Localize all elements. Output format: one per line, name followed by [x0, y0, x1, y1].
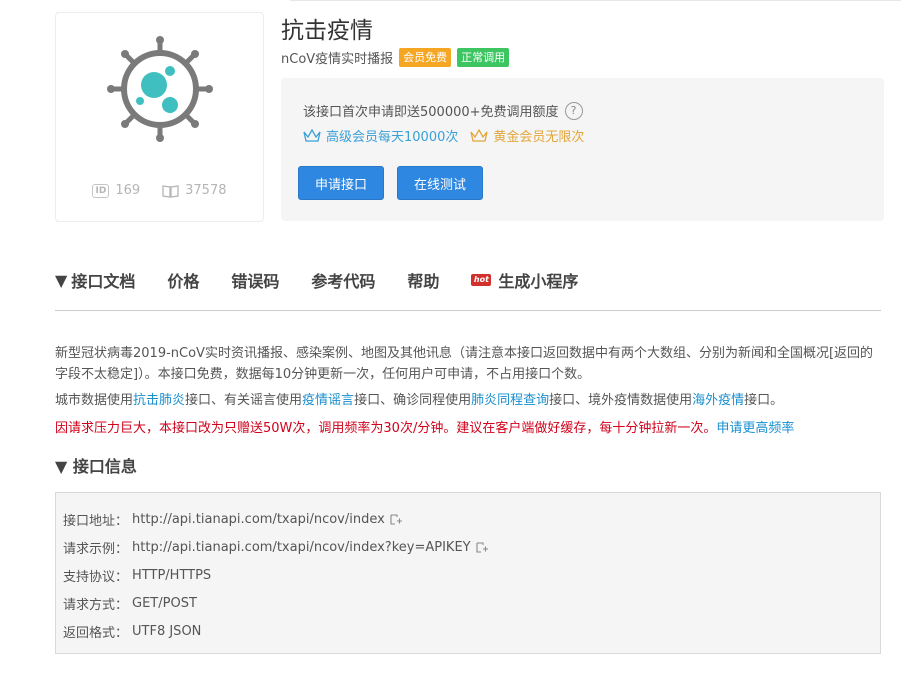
tab-error-codes[interactable]: 错误码 [231, 268, 279, 292]
method-value: GET/POST [132, 596, 197, 611]
header-divider [290, 0, 901, 1]
request-example-value: http://api.tianapi.com/txapi/ncov/index?… [132, 540, 471, 555]
tab-label: 生成小程序 [498, 272, 579, 291]
gold-vip-info[interactable]: 黄金会员无限次 [470, 126, 584, 145]
tab-help[interactable]: 帮助 [407, 268, 439, 292]
request-higher-rate-link[interactable]: 申请更高频率 [716, 421, 794, 436]
format-row: 返回格式： UTF8 JSON [63, 622, 201, 641]
desc-text: 接口、境外疫情数据使用 [549, 393, 693, 408]
apply-info-panel: 该接口首次申请即送500000+免费调用额度 ? 高级会员每天10000次 黄金… [281, 78, 884, 221]
api-subtitle: nCoV疫情实时播报 [281, 52, 394, 67]
subtitle-row: nCoV疫情实时播报 会员免费 正常调用 [281, 48, 510, 67]
triangle-down-icon: ▼ [55, 457, 68, 476]
link-rumors[interactable]: 疫情谣言 [302, 393, 354, 408]
senior-vip-text: 高级会员每天10000次 [326, 130, 459, 145]
api-id-value: 169 [115, 183, 141, 198]
rate-limit-notice: 因请求压力巨大，本接口改为只赠送50W次，调用频率为30次/分钟。建议在客户端做… [55, 418, 881, 439]
tab-label: 帮助 [407, 272, 440, 291]
doc-tabs: ▼ 接口文档 价格 错误码 参考代码 帮助 hot 生成小程序 [55, 268, 610, 292]
member-free-badge: 会员免费 [399, 48, 452, 67]
hot-icon: hot [471, 274, 492, 286]
api-stats: ID 169 37578 [56, 183, 263, 198]
protocol-row: 支持协议： HTTP/HTTPS [63, 566, 211, 585]
triangle-down-icon: ▼ [55, 270, 68, 290]
tab-label: 错误码 [231, 272, 280, 291]
tabs-divider [55, 310, 881, 311]
field-label: 接口地址： [63, 514, 129, 529]
desc-text: 接口、有关谣言使用 [185, 393, 303, 408]
request-example-row: 请求示例： http://api.tianapi.com/txapi/ncov/… [63, 538, 489, 557]
free-quota-text: 该接口首次申请即送500000+免费调用额度 [303, 105, 559, 120]
field-label: 支持协议： [63, 570, 129, 585]
id-icon: ID [92, 183, 110, 198]
virus-logo-icon [107, 36, 213, 142]
copy-icon[interactable] [475, 541, 489, 555]
apply-api-button[interactable]: 申请接口 [298, 166, 384, 200]
api-views-value: 37578 [185, 183, 227, 198]
desc-text: 接口。 [744, 393, 784, 408]
api-views-stat: 37578 [162, 183, 227, 198]
vip-line: 高级会员每天10000次 黄金会员无限次 [303, 126, 584, 145]
desc-text: 接口、确诊同程使用 [354, 393, 472, 408]
tab-sample-code[interactable]: 参考代码 [311, 268, 375, 292]
gold-crown-icon [470, 128, 488, 142]
desc-text: 城市数据使用 [55, 393, 134, 408]
link-same-trip[interactable]: 肺炎同程查询 [471, 393, 549, 408]
api-info-heading[interactable]: ▼ 接口信息 [55, 453, 137, 477]
gold-vip-text: 黄金会员无限次 [493, 130, 585, 145]
related-apis-paragraph: 城市数据使用抗击肺炎接口、有关谣言使用疫情谣言接口、确诊同程使用肺炎同程查询接口… [55, 390, 881, 411]
book-icon [162, 184, 179, 198]
senior-vip-info[interactable]: 高级会员每天10000次 [303, 126, 458, 145]
api-logo-card: ID 169 37578 [55, 12, 264, 222]
tab-api-doc[interactable]: ▼ 接口文档 [55, 268, 135, 292]
link-overseas[interactable]: 海外疫情 [692, 393, 744, 408]
method-row: 请求方式： GET/POST [63, 594, 197, 613]
page-title: 抗击疫情 [281, 18, 373, 44]
question-icon[interactable]: ? [564, 101, 583, 120]
online-test-button[interactable]: 在线测试 [397, 166, 483, 200]
api-info-box: 接口地址： http://api.tianapi.com/txapi/ncov/… [55, 492, 881, 654]
tab-label: 价格 [167, 272, 200, 291]
status-badge: 正常调用 [457, 48, 510, 67]
api-address-row: 接口地址： http://api.tianapi.com/txapi/ncov/… [63, 510, 403, 529]
field-label: 返回格式： [63, 626, 129, 641]
free-quota-line: 该接口首次申请即送500000+免费调用额度 ? [303, 101, 583, 120]
link-kangji-feiyan[interactable]: 抗击肺炎 [133, 393, 185, 408]
field-label: 请求示例： [63, 542, 129, 557]
api-id-stat: ID 169 [92, 183, 140, 198]
tab-price[interactable]: 价格 [167, 268, 199, 292]
api-address-value: http://api.tianapi.com/txapi/ncov/index [132, 512, 385, 527]
copy-icon[interactable] [389, 513, 403, 527]
format-value: UTF8 JSON [132, 624, 202, 639]
protocol-value: HTTP/HTTPS [132, 568, 212, 583]
tab-mini-program[interactable]: hot 生成小程序 [471, 268, 578, 292]
field-label: 请求方式： [63, 598, 129, 613]
description-paragraph: 新型冠状病毒2019-nCoV实时资讯播报、感染案例、地图及其他讯息（请注意本接… [55, 346, 874, 382]
notice-text: 因请求压力巨大，本接口改为只赠送50W次，调用频率为30次/分钟。建议在客户端做… [55, 421, 717, 436]
section-title: 接口信息 [72, 457, 137, 476]
tab-label: 接口文档 [71, 272, 136, 291]
crown-icon [303, 128, 321, 142]
tab-label: 参考代码 [311, 272, 376, 291]
